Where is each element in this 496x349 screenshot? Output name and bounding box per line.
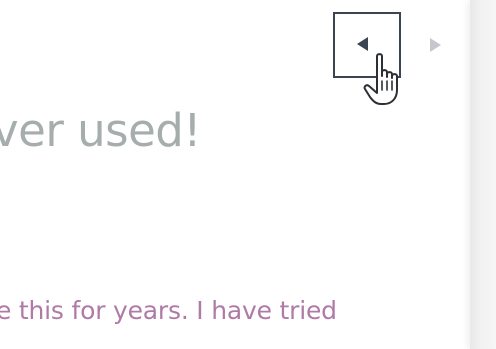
triangle-right-icon [429, 38, 441, 52]
testimonial-body: e this for years. I have tried [0, 296, 337, 325]
carousel-next-button[interactable] [422, 29, 448, 61]
carousel-prev-button[interactable] [333, 12, 401, 78]
triangle-left-icon [356, 37, 368, 51]
testimonial-heading: ver used! [0, 104, 201, 157]
testimonial-slide: ver used! e this for years. I have tried [0, 0, 496, 349]
side-panel [470, 0, 496, 349]
